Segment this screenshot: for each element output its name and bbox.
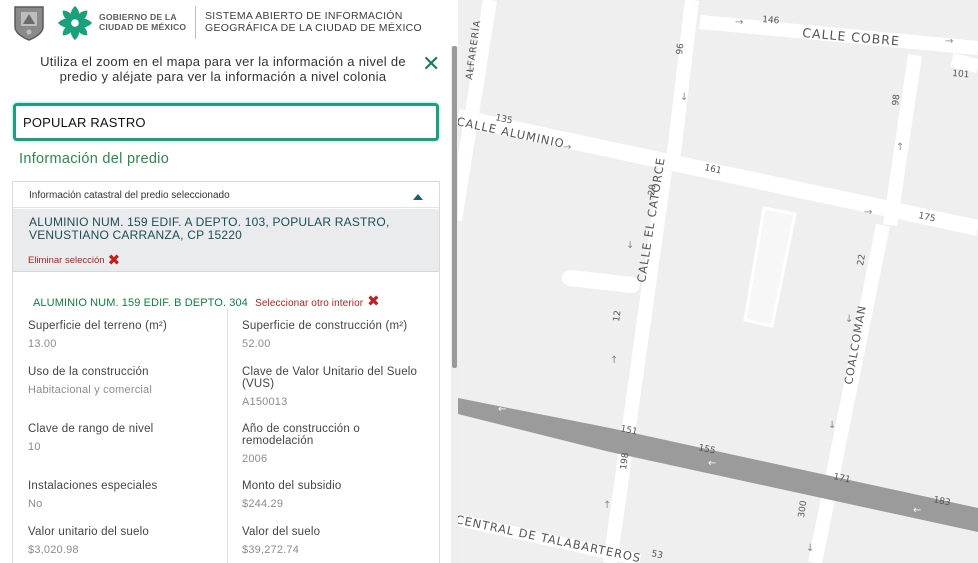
street-label-talabarteros: CENTRAL DE TALABARTEROS: [454, 512, 642, 563]
field-value: $244.29: [242, 498, 284, 510]
field-label: Clave de Valor Unitario del Suelo (VUS): [242, 366, 418, 390]
field-label: Superficie del terreno (m²): [28, 320, 167, 332]
field-sup-construccion: Superficie de construcción (m²) 52.00: [242, 320, 432, 350]
map-number: 53: [650, 549, 663, 561]
map-number: 22: [856, 254, 868, 267]
field-value: 10: [28, 441, 41, 453]
header-divider: [195, 6, 196, 39]
selected-address: ALUMINIO NUM. 159 EDIF. A DEPTO. 103, PO…: [13, 209, 439, 272]
column-divider: [227, 309, 228, 563]
field-value: No: [28, 498, 43, 510]
map-number: 155: [697, 443, 716, 456]
field-label: Año de construcción o remodelación: [242, 423, 360, 447]
map-number: 20: [647, 183, 659, 196]
gov-line-1: GOBIERNO DE LA: [99, 12, 177, 22]
street-label-catorce: CALLE EL CATORCE: [634, 156, 668, 283]
field-label: Monto del subsidio: [242, 480, 342, 492]
section-title: Información del predio: [19, 151, 170, 167]
street-label-coalcoman: COALCOMAN: [842, 304, 869, 385]
street-label-cobre: CALLE COBRE: [802, 25, 901, 48]
cadastral-card: Información catastral del predio selecci…: [12, 181, 440, 563]
gov-line-2: CIUDAD DE MÉXICO: [99, 22, 187, 32]
gov-title: GOBIERNO DE LA CIUDAD DE MÉXICO: [99, 12, 186, 32]
interior-row: ALUMINIO NUM. 159 EDIF. B DEPTO. 304 Sel…: [33, 292, 380, 310]
map-number: 198: [619, 452, 631, 471]
field-label: Uso de la construcción: [28, 366, 149, 378]
collapse-caret-icon[interactable]: [413, 194, 423, 200]
field-label: Valor unitario del suelo: [28, 526, 149, 538]
map-number: 175: [917, 211, 936, 224]
map-number: 146: [762, 15, 780, 26]
address-text: ALUMINIO NUM. 159 EDIF. A DEPTO. 103, PO…: [29, 215, 390, 242]
map-number: 161: [703, 163, 722, 176]
field-label: Clave de rango de nivel: [28, 423, 154, 435]
field-value: 52.00: [242, 338, 271, 350]
cdmx-shield-logo: [14, 6, 44, 41]
field-subsidio: Monto del subsidio $244.29: [242, 480, 432, 510]
card-header-label: Información catastral del predio selecci…: [29, 190, 230, 201]
scrollbar-thumb[interactable]: [452, 46, 457, 368]
street-label-alfareria: ALFARERÍA: [463, 19, 483, 80]
interior-label: ALUMINIO NUM. 159 EDIF. B DEPTO. 304: [33, 297, 248, 309]
search-input[interactable]: POPULAR RASTRO: [13, 103, 439, 141]
map-number: 12: [612, 310, 623, 323]
select-other-x-icon[interactable]: ✖: [367, 293, 380, 310]
field-valor-unitario: Valor unitario del suelo $3,020.98: [28, 526, 218, 556]
cdmx-flower-logo: [57, 5, 93, 41]
field-value: 2006: [242, 453, 268, 465]
map-number: 96: [675, 42, 687, 55]
field-sup-terreno: Superficie del terreno (m²) 13.00: [28, 320, 218, 350]
field-uso: Uso de la construcción Habitacional y co…: [28, 366, 218, 396]
remove-selection-label: Eliminar selección: [28, 255, 105, 266]
system-title: SISTEMA ABIERTO DE INFORMACIÓN GEOGRÁFIC…: [205, 10, 422, 34]
card-header[interactable]: Información catastral del predio selecci…: [13, 182, 439, 208]
zoom-hint: Utiliza el zoom en el mapa para ver la i…: [40, 54, 406, 84]
map-number: 171: [832, 472, 851, 485]
field-label: Instalaciones especiales: [28, 480, 158, 492]
field-value: $3,020.98: [28, 544, 79, 556]
system-line-2: GEOGRÁFICA DE LA CIUDAD DE MÉXICO: [205, 22, 423, 34]
field-value: 13.00: [28, 338, 57, 350]
map-number: 98: [891, 93, 903, 106]
map-number: 183: [932, 495, 951, 508]
field-instalaciones: Instalaciones especiales No: [28, 480, 218, 510]
field-label: Valor del suelo: [242, 526, 321, 538]
map-number: 300: [797, 500, 809, 519]
field-value: $39,272.74: [242, 544, 300, 556]
field-vus: Clave de Valor Unitario del Suelo (VUS) …: [242, 366, 432, 408]
info-panel: Utiliza el zoom en el mapa para ver la i…: [0, 46, 458, 563]
remove-selection-button[interactable]: Eliminar selección ✖: [28, 251, 120, 269]
field-label: Superficie de construcción (m²): [242, 320, 408, 332]
select-other-interior-link[interactable]: Seleccionar otro interior: [255, 298, 363, 309]
field-rango-nivel: Clave de rango de nivel 10: [28, 423, 218, 453]
field-anio: Año de construcción o remodelación 2006: [242, 423, 432, 465]
panel-scrollbar[interactable]: [451, 46, 458, 563]
remove-x-icon[interactable]: ✖: [108, 251, 121, 269]
field-valor-suelo: Valor del suelo $39,272.74: [242, 526, 432, 556]
map-number: 101: [952, 69, 970, 80]
system-line-1: SISTEMA ABIERTO DE INFORMACIÓN: [205, 10, 403, 22]
app-header: GOBIERNO DE LA CIUDAD DE MÉXICO SISTEMA …: [0, 0, 458, 46]
close-icon[interactable]: ✕: [422, 53, 440, 75]
map-number: 151: [619, 424, 638, 437]
field-value: A150013: [242, 396, 288, 408]
field-value: Habitacional y comercial: [28, 384, 153, 396]
